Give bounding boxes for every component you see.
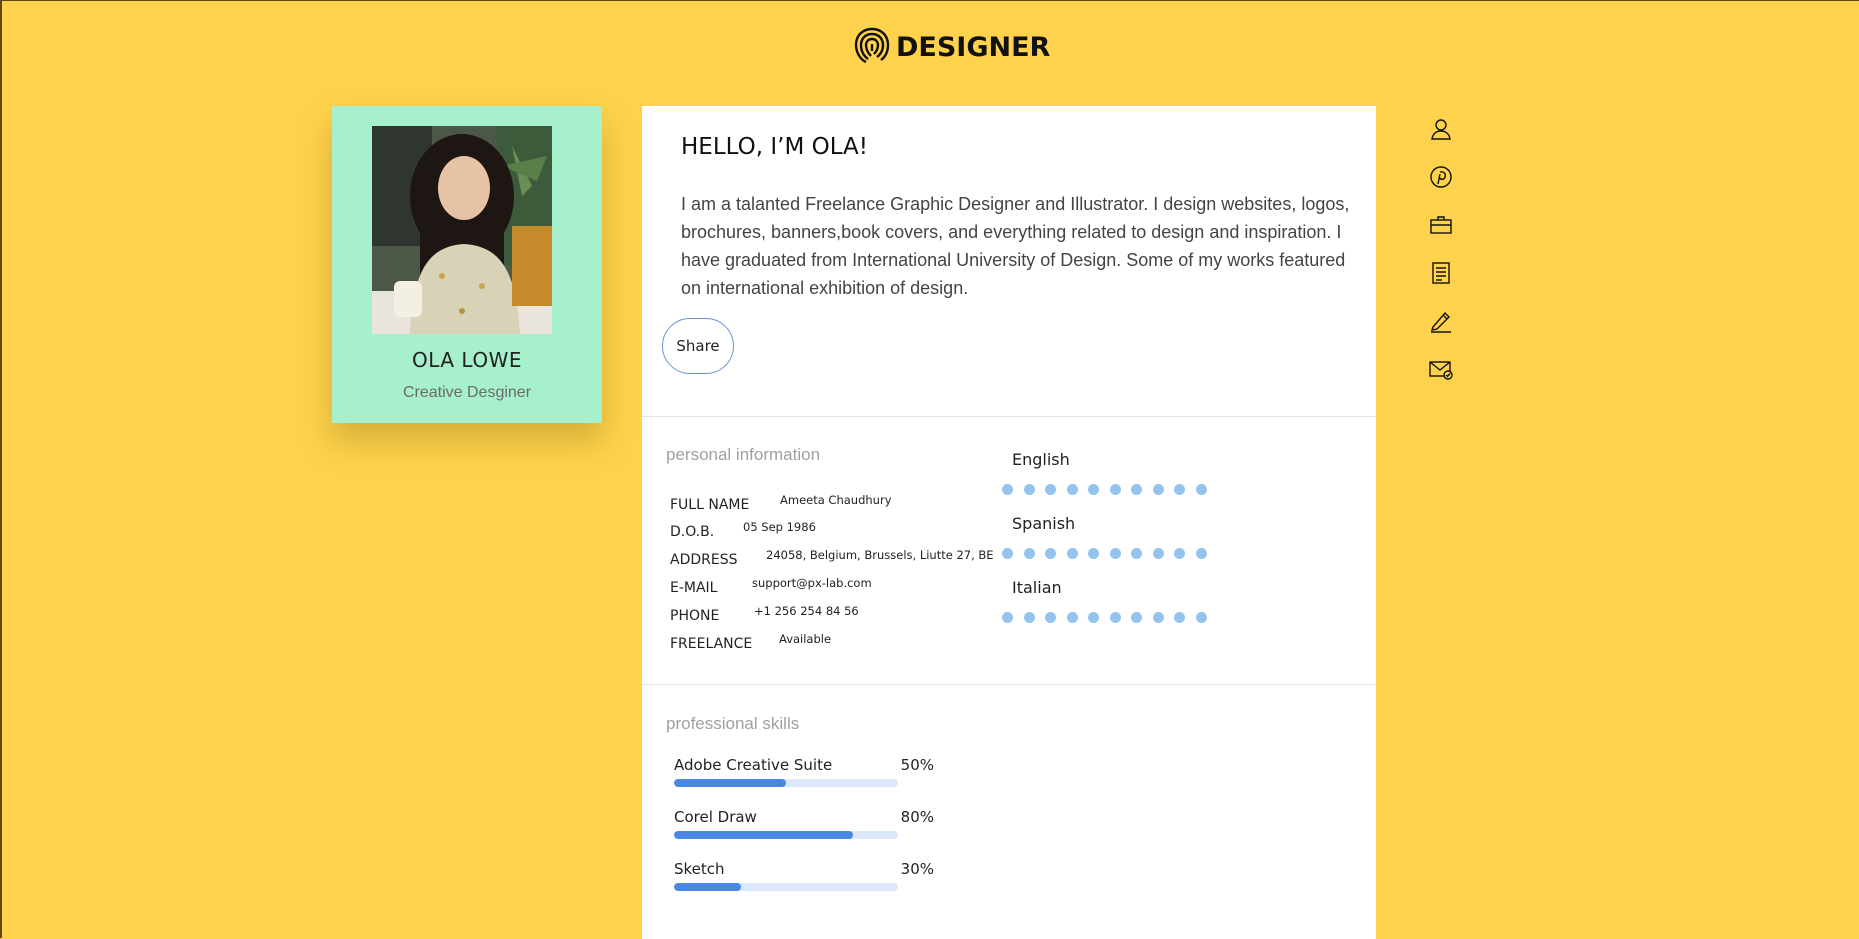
brand-logo[interactable]: DESIGNER bbox=[852, 25, 1050, 70]
info-label: D.O.B. bbox=[670, 524, 715, 540]
language-level-dot bbox=[1066, 612, 1078, 623]
info-label: PHONE bbox=[670, 608, 720, 624]
language-level-dot bbox=[1045, 612, 1056, 623]
language-level-dot bbox=[1174, 548, 1185, 559]
language-level-dot bbox=[1131, 484, 1142, 495]
info-value: Ameeta Chaudhury bbox=[780, 493, 892, 507]
language-level-dot bbox=[1152, 612, 1164, 623]
divider bbox=[642, 684, 1376, 685]
language-level-dot bbox=[1174, 612, 1185, 623]
language-level-dot bbox=[1152, 548, 1164, 559]
language-level-dot bbox=[1023, 484, 1035, 495]
language-level-dot bbox=[1088, 548, 1099, 559]
skill-bar-track bbox=[674, 883, 898, 891]
language-level-dot bbox=[1131, 612, 1142, 623]
skill-percent: 30% bbox=[900, 860, 934, 878]
skill-bar-fill bbox=[674, 883, 742, 891]
language-italian: Italian bbox=[1002, 578, 1207, 623]
language-level-dot bbox=[1023, 548, 1035, 559]
info-value: +1 256 254 84 56 bbox=[754, 604, 859, 618]
skill-bar-fill bbox=[674, 831, 854, 839]
language-level-dots bbox=[1002, 612, 1207, 623]
profile-name: OLA LOWE bbox=[412, 348, 522, 372]
language-level-dot bbox=[1109, 484, 1121, 495]
skill-bar-fill bbox=[674, 779, 786, 787]
info-value: Available bbox=[779, 632, 832, 646]
language-level-dot bbox=[1045, 548, 1056, 559]
language-level-dot bbox=[1002, 612, 1013, 623]
language-english: English bbox=[1002, 450, 1207, 495]
skill-bar-track bbox=[674, 779, 898, 787]
personal-info-title: personal information bbox=[666, 445, 821, 464]
document-icon[interactable] bbox=[1429, 261, 1453, 285]
language-name: English bbox=[1012, 450, 1070, 469]
language-level-dot bbox=[1109, 548, 1121, 559]
language-level-dot bbox=[1066, 484, 1078, 495]
language-level-dots bbox=[1002, 484, 1207, 495]
profile-photo bbox=[372, 126, 552, 334]
side-nav bbox=[1426, 117, 1456, 381]
language-level-dot bbox=[1045, 484, 1056, 495]
info-label: E-MAIL bbox=[670, 580, 718, 596]
language-name: Spanish bbox=[1012, 514, 1076, 533]
about-bio: I am a talanted Freelance Graphic Design… bbox=[681, 194, 1350, 298]
language-level-dot bbox=[1023, 612, 1035, 623]
info-value[interactable]: support@px-lab.com bbox=[752, 576, 872, 590]
profile-role: Creative Desginer bbox=[402, 384, 532, 401]
language-level-dot bbox=[1152, 484, 1164, 495]
language-level-dot bbox=[1088, 484, 1099, 495]
language-level-dot bbox=[1131, 548, 1142, 559]
main-panel: HELLO, I’M OLA! I am a talanted Freelanc… bbox=[642, 106, 1376, 939]
info-value: 24058, Belgium, Brussels, Liutte 27, BE bbox=[766, 548, 994, 562]
info-label: FREELANCE bbox=[670, 636, 753, 652]
divider bbox=[642, 416, 1376, 417]
language-level-dot bbox=[1195, 612, 1207, 623]
pencil-icon[interactable] bbox=[1429, 309, 1453, 333]
user-icon[interactable] bbox=[1429, 117, 1453, 141]
language-level-dot bbox=[1109, 612, 1121, 623]
fingerprint-icon bbox=[852, 25, 892, 70]
logo-text: DESIGNER bbox=[896, 32, 1051, 63]
skill-percent: 50% bbox=[900, 756, 934, 774]
profile-card: OLA LOWE Creative Desginer bbox=[332, 106, 602, 423]
mail-icon[interactable] bbox=[1429, 357, 1453, 381]
language-level-dots bbox=[1002, 548, 1207, 559]
skill-name: Corel Draw bbox=[674, 808, 757, 826]
language-level-dot bbox=[1002, 548, 1013, 559]
info-label: FULL NAME bbox=[670, 497, 750, 513]
skills-title: professional skills bbox=[666, 714, 800, 733]
language-level-dot bbox=[1174, 484, 1185, 495]
language-level-dot bbox=[1002, 484, 1013, 495]
language-level-dot bbox=[1066, 548, 1078, 559]
skill-bar-track bbox=[674, 831, 898, 839]
skill-name: Adobe Creative Suite bbox=[674, 756, 833, 774]
language-level-dot bbox=[1088, 612, 1099, 623]
info-label: ADDRESS bbox=[670, 552, 738, 568]
language-spanish: Spanish bbox=[1002, 514, 1207, 559]
pinterest-icon[interactable] bbox=[1429, 165, 1453, 189]
about-heading: HELLO, I’M OLA! bbox=[681, 134, 869, 160]
language-level-dot bbox=[1195, 548, 1207, 559]
language-name: Italian bbox=[1012, 578, 1062, 597]
skill-percent: 80% bbox=[900, 808, 934, 826]
briefcase-icon[interactable] bbox=[1429, 213, 1453, 237]
info-value: 05 Sep 1986 bbox=[743, 520, 816, 534]
skill-name: Sketch bbox=[674, 860, 725, 878]
share-button[interactable]: Share bbox=[662, 318, 734, 374]
language-level-dot bbox=[1195, 484, 1207, 495]
